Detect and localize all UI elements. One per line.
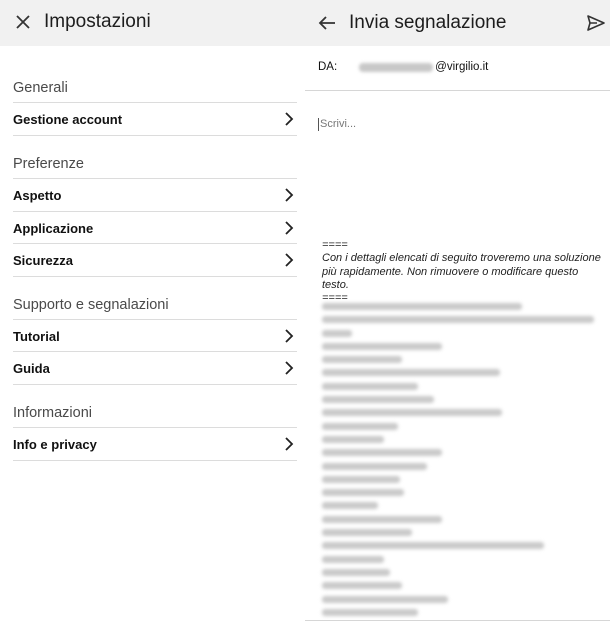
separator-top: ==== (322, 239, 348, 251)
settings-item-gestione-account[interactable]: Gestione account (13, 102, 297, 136)
chevron-right-icon (285, 112, 294, 126)
settings-item-tutorial[interactable]: Tutorial (13, 319, 297, 352)
send-button[interactable] (584, 11, 608, 35)
settings-topbar: Impostazioni (0, 0, 305, 46)
from-domain: @virgilio.it (435, 61, 489, 73)
page-title: Impostazioni (44, 11, 151, 32)
settings-item-label: Guida (13, 360, 50, 376)
section-header-supporto: Supporto e segnalazioni (13, 297, 169, 313)
report-pane: Invia segnalazione DA: @virgilio.it Scri… (305, 0, 610, 629)
send-icon (587, 15, 605, 31)
chevron-right-icon (285, 329, 294, 343)
close-icon (16, 15, 30, 29)
settings-item-label: Sicurezza (13, 252, 73, 268)
divider (305, 90, 610, 91)
page-title: Invia segnalazione (349, 12, 507, 33)
redacted-username (359, 62, 434, 72)
section-header-preferenze: Preferenze (13, 156, 84, 172)
section-header-generali: Generali (13, 80, 68, 96)
settings-item-label: Gestione account (13, 111, 123, 127)
close-button[interactable] (12, 11, 34, 33)
chevron-right-icon (285, 361, 294, 375)
chevron-right-icon (285, 437, 294, 451)
settings-item-label: Aspetto (13, 187, 62, 203)
section-header-informazioni: Informazioni (13, 405, 92, 421)
settings-item-label: Info e privacy (13, 436, 97, 452)
settings-item-aspetto[interactable]: Aspetto (13, 178, 297, 211)
chevron-right-icon (285, 221, 294, 235)
chevron-right-icon (285, 188, 294, 202)
from-field: DA: @virgilio.it (318, 61, 488, 73)
signature-text: Con i dettagli elencati di seguito trove… (322, 252, 601, 291)
settings-pane: Impostazioni Generali Gestione account P… (0, 0, 305, 629)
from-label: DA: (318, 61, 338, 73)
settings-item-sicurezza[interactable]: Sicurezza (13, 243, 297, 277)
settings-item-label: Applicazione (13, 220, 94, 236)
settings-item-guida[interactable]: Guida (13, 351, 297, 385)
back-button[interactable] (315, 11, 339, 35)
report-topbar: Invia segnalazione (305, 0, 610, 46)
arrow-back-icon (318, 16, 335, 30)
settings-item-applicazione[interactable]: Applicazione (13, 211, 297, 244)
signature-block: ==== Con i dettagli elencati di seguito … (322, 239, 606, 305)
chevron-right-icon (285, 253, 294, 267)
redacted-device-info (322, 303, 602, 622)
message-input[interactable]: Scrivi... (318, 118, 356, 131)
divider (305, 620, 610, 621)
settings-item-info-privacy[interactable]: Info e privacy (13, 427, 297, 461)
settings-item-label: Tutorial (13, 328, 60, 344)
